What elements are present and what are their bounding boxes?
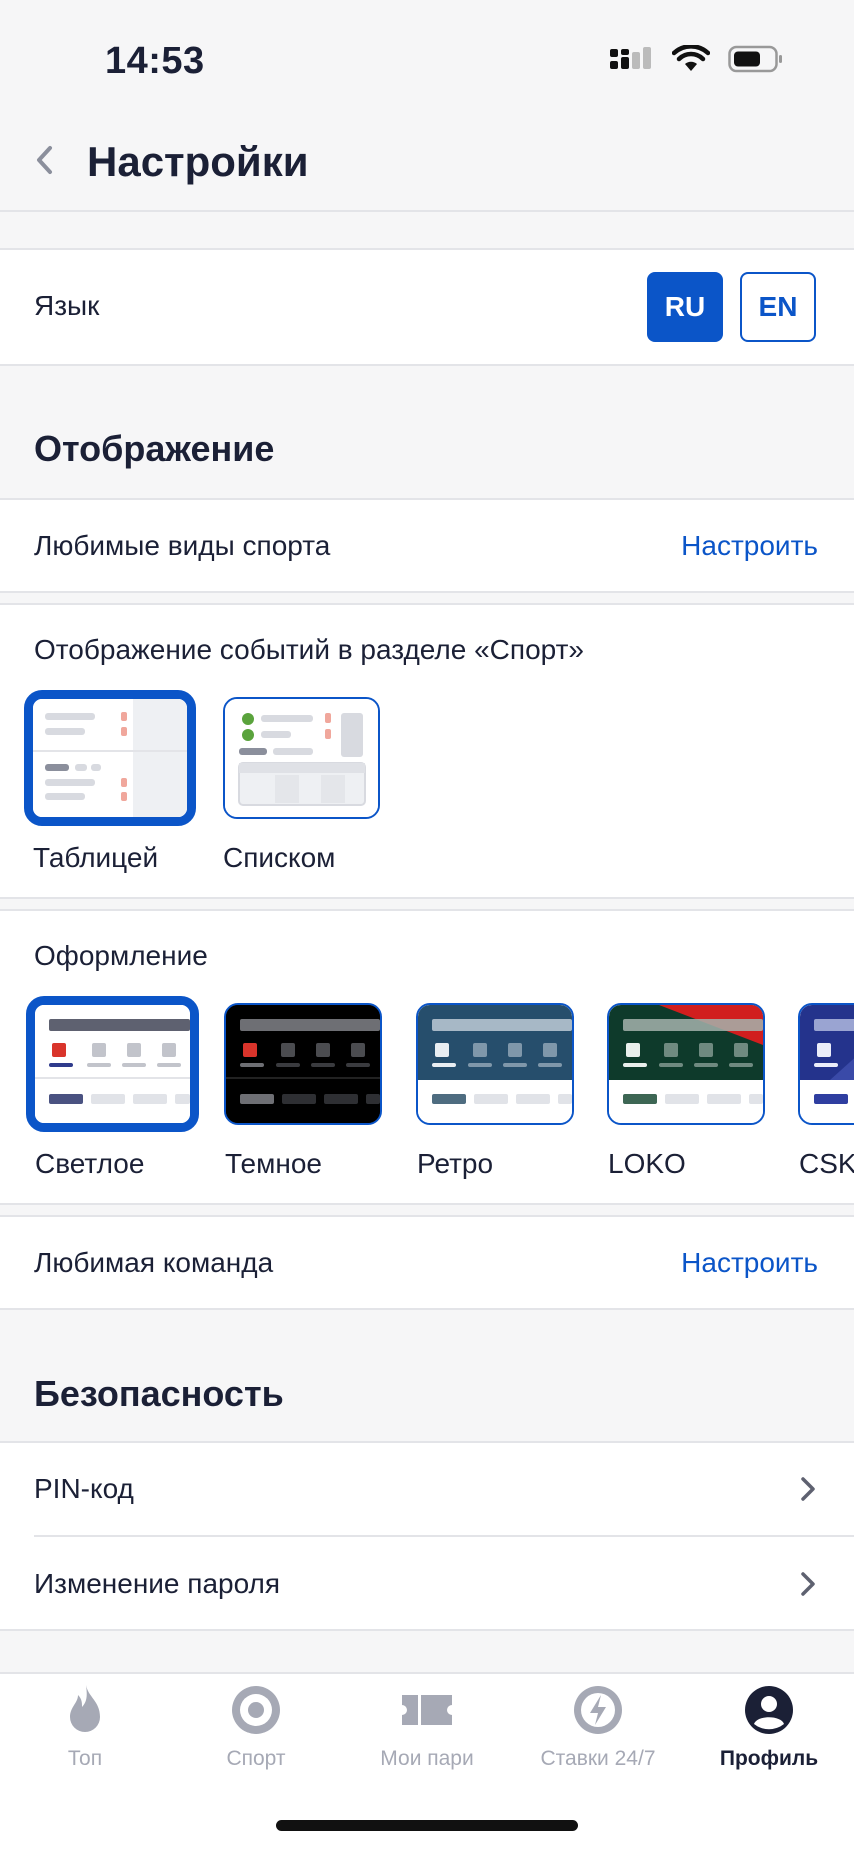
theme-retro-preview-icon — [418, 1005, 572, 1123]
change-password-label: Изменение пароля — [34, 1568, 281, 1599]
favorite-team-configure-link[interactable]: Настроить — [681, 1247, 818, 1279]
theme-csk-option[interactable] — [798, 1003, 854, 1125]
language-ru-button[interactable]: RU — [647, 272, 723, 342]
theme-light-option[interactable] — [26, 996, 199, 1132]
favorite-sports-label: Любимые виды спорта — [34, 530, 331, 561]
tab-sport[interactable]: Спорт — [171, 1683, 341, 1771]
battery-icon — [728, 45, 782, 73]
pin-code-label: PIN-код — [34, 1473, 134, 1504]
flame-icon — [70, 1685, 100, 1732]
header-divider — [0, 210, 854, 212]
theme-retro-option[interactable] — [416, 1003, 574, 1125]
events-view-list-option[interactable] — [223, 697, 380, 819]
theme-label: Оформление — [34, 940, 208, 971]
theme-loko-preview-icon — [609, 1005, 763, 1123]
favorite-team-label: Любимая команда — [34, 1247, 274, 1278]
tab-bets-247-label: Ставки 24/7 — [540, 1747, 656, 1770]
cellular-signal-icon — [610, 47, 651, 69]
language-row — [0, 248, 854, 366]
theme-csk-label: CSK — [799, 1148, 854, 1179]
events-view-label: Отображение событий в разделе «Спорт» — [34, 634, 584, 665]
status-time: 14:53 — [105, 40, 205, 82]
tab-top-label: Топ — [67, 1747, 103, 1770]
wifi-icon — [672, 45, 710, 71]
language-label: Язык — [34, 290, 100, 321]
security-section-title: Безопасность — [34, 1373, 284, 1414]
tab-bets-247[interactable]: Ставки 24/7 — [513, 1683, 683, 1771]
tab-profile[interactable]: Профиль — [684, 1683, 854, 1771]
favorite-sports-configure-link[interactable]: Настроить — [681, 530, 818, 562]
events-view-table-option[interactable] — [24, 690, 196, 826]
theme-loko-label: LOKO — [608, 1148, 686, 1179]
sport-target-icon — [232, 1686, 280, 1734]
tab-my-bets-label: Мои пари — [380, 1747, 474, 1770]
theme-dark-preview-icon — [226, 1005, 380, 1123]
events-view-list-label: Списком — [223, 842, 336, 873]
theme-csk-preview-icon — [800, 1005, 854, 1123]
ticket-icon — [402, 1695, 452, 1725]
table-layout-preview-icon — [33, 699, 187, 817]
page-title: Настройки — [87, 138, 309, 185]
tab-my-bets[interactable]: Мои пари — [342, 1683, 512, 1771]
chevron-right-icon — [801, 1572, 815, 1596]
theme-light-label: Светлое — [35, 1148, 145, 1179]
theme-light-preview-icon — [35, 1005, 190, 1123]
events-view-table-label: Таблицей — [33, 842, 159, 873]
list-layout-preview-icon — [225, 699, 378, 817]
language-en-button[interactable]: EN — [740, 272, 816, 342]
theme-dark-label: Темное — [225, 1148, 322, 1179]
tab-profile-label: Профиль — [719, 1747, 819, 1770]
theme-loko-option[interactable] — [607, 1003, 765, 1125]
display-section-title: Отображение — [34, 428, 275, 469]
theme-retro-label: Ретро — [417, 1148, 494, 1179]
status-icons — [610, 44, 784, 74]
profile-icon — [745, 1686, 793, 1734]
tab-top[interactable]: Топ — [0, 1683, 170, 1771]
chevron-right-icon — [801, 1477, 815, 1501]
lightning-icon — [574, 1686, 622, 1734]
back-chevron-icon[interactable] — [30, 140, 60, 180]
tab-sport-label: Спорт — [226, 1747, 286, 1770]
theme-dark-option[interactable] — [224, 1003, 382, 1125]
home-indicator — [276, 1820, 578, 1831]
